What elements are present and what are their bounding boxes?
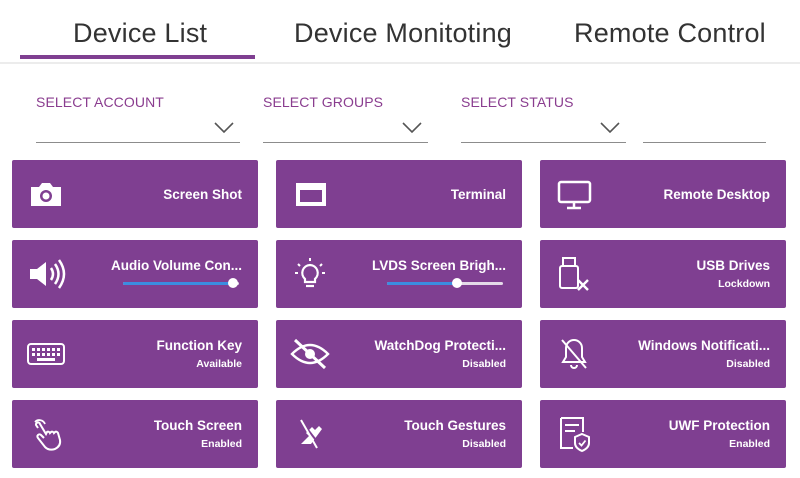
tile-title: WatchDog Protecti... xyxy=(374,338,506,353)
select-status-dropdown[interactable] xyxy=(461,118,626,143)
monitor-icon xyxy=(555,176,593,212)
select-account-dropdown[interactable] xyxy=(36,118,240,143)
tab-device-list[interactable]: Device List xyxy=(73,18,207,49)
touch-hand-icon xyxy=(27,416,65,452)
tile-title: Touch Screen xyxy=(153,418,242,433)
volume-slider[interactable] xyxy=(123,278,239,288)
remote-desktop-tile[interactable]: Remote Desktop xyxy=(540,160,786,228)
touch-screen-tile[interactable]: Touch Screen Enabled xyxy=(12,400,258,468)
active-tab-indicator xyxy=(20,55,255,59)
tile-title: Touch Gestures xyxy=(404,418,506,433)
speaker-icon xyxy=(27,256,66,292)
tile-status: Enabled xyxy=(201,438,242,450)
select-status-label: SELECT STATUS xyxy=(461,94,574,110)
usb-drive-blocked-icon xyxy=(555,256,593,292)
tab-device-monitoring[interactable]: Device Monitoting xyxy=(294,18,512,49)
tile-status: Disabled xyxy=(462,438,506,450)
function-key-tile[interactable]: Function Key Available xyxy=(12,320,258,388)
windows-notification-tile[interactable]: Windows Notificati... Disabled xyxy=(540,320,786,388)
tile-title: Function Key xyxy=(156,338,242,353)
tile-status: Disabled xyxy=(462,358,506,370)
uwf-protection-tile[interactable]: UWF Protection Enabled xyxy=(540,400,786,468)
tile-status: Lockdown xyxy=(718,278,770,290)
select-groups-label: SELECT GROUPS xyxy=(263,94,384,110)
tile-title: UWF Protection xyxy=(668,418,770,433)
tile-title: USB Drives xyxy=(696,258,770,273)
watchdog-protection-tile[interactable]: WatchDog Protecti... Disabled xyxy=(276,320,522,388)
select-account-label: SELECT ACCOUNT xyxy=(36,94,164,110)
eye-slash-icon xyxy=(290,336,330,372)
tile-status: Disabled xyxy=(726,358,770,370)
tab-remote-control[interactable]: Remote Control xyxy=(574,18,766,49)
slider-fill xyxy=(387,282,457,285)
slider-thumb[interactable] xyxy=(451,278,462,288)
slider-thumb[interactable] xyxy=(228,278,239,288)
bell-off-icon xyxy=(555,336,593,372)
touch-gestures-tile[interactable]: Touch Gestures Disabled xyxy=(276,400,522,468)
tile-title: Audio Volume Con... xyxy=(111,258,242,273)
select-groups-dropdown[interactable] xyxy=(263,118,428,143)
terminal-window-icon xyxy=(291,176,329,212)
tile-status: Enabled xyxy=(729,438,770,450)
shield-document-icon xyxy=(555,416,593,453)
audio-volume-tile[interactable]: Audio Volume Con... xyxy=(12,240,258,308)
gesture-off-icon xyxy=(291,416,329,452)
tile-title: Remote Desktop xyxy=(663,187,770,202)
keyboard-icon xyxy=(27,336,65,372)
tab-bar: Device List Device Monitoting Remote Con… xyxy=(0,0,800,64)
camera-icon xyxy=(27,176,65,212)
tile-status: Available xyxy=(196,358,242,370)
tile-title: LVDS Screen Brigh... xyxy=(371,258,506,273)
lightbulb-icon xyxy=(291,256,329,292)
usb-drives-tile[interactable]: USB Drives Lockdown xyxy=(540,240,786,308)
brightness-slider[interactable] xyxy=(387,278,503,288)
lvds-brightness-tile[interactable]: LVDS Screen Brigh... xyxy=(276,240,522,308)
tile-title: Terminal xyxy=(450,187,506,202)
chevron-down-icon xyxy=(214,122,234,134)
search-input[interactable] xyxy=(643,118,766,143)
slider-fill xyxy=(123,282,234,285)
screen-shot-tile[interactable]: Screen Shot xyxy=(12,160,258,228)
tile-title: Windows Notificati... xyxy=(638,338,770,353)
tile-title: Screen Shot xyxy=(163,187,242,202)
chevron-down-icon xyxy=(600,122,620,134)
chevron-down-icon xyxy=(402,122,422,134)
terminal-tile[interactable]: Terminal xyxy=(276,160,522,228)
